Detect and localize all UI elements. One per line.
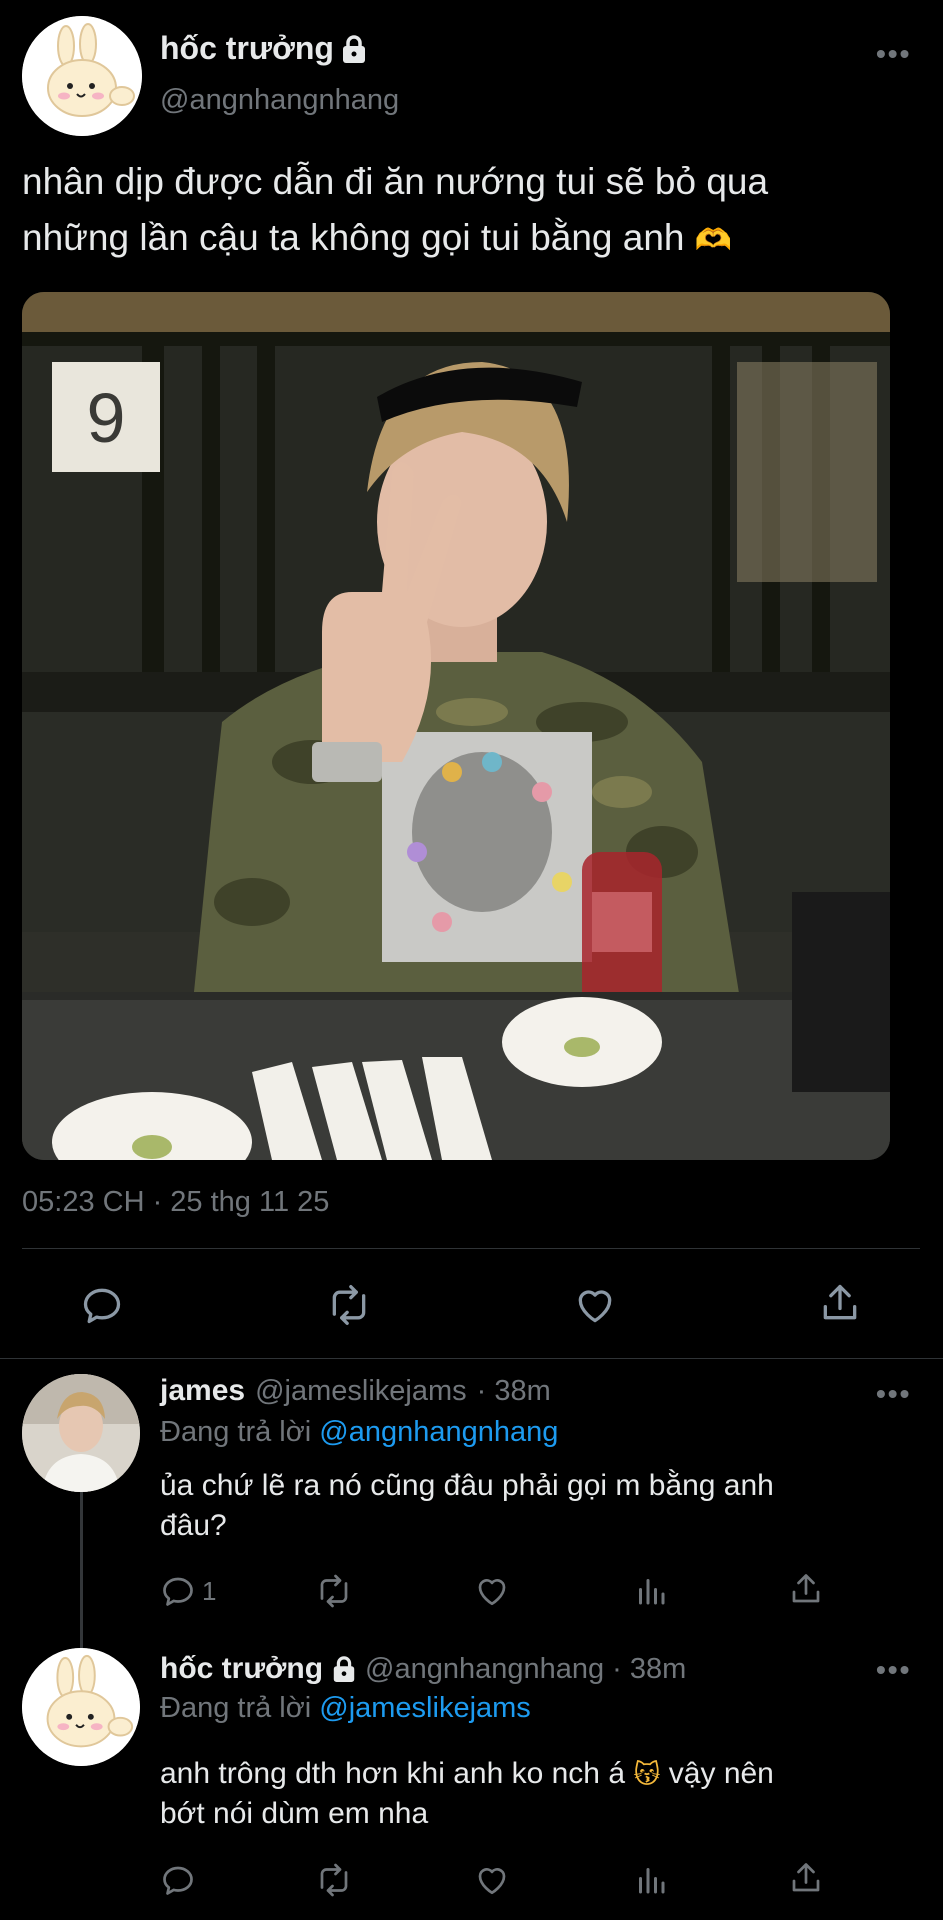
more-dots-icon[interactable]: ••• — [876, 1378, 911, 1410]
tweet-text: nhân dịp được dẫn đi ăn nướng tui sẽ bỏ … — [22, 154, 768, 269]
tweet-text-line: những lần cậu ta không gọi tui bằng anh … — [22, 210, 768, 269]
retweet-icon[interactable] — [325, 1283, 373, 1327]
reply-text-line: bớt nói dùm em nha — [160, 1797, 429, 1830]
handle[interactable]: @angnhangnhang — [365, 1653, 604, 1686]
tweet-text-line2: những lần cậu ta không gọi tui bằng anh — [22, 217, 685, 258]
divider — [22, 1248, 920, 1249]
reply-text-line1: anh trông dth hơn khi anh ko nch á — [160, 1757, 625, 1790]
reply-text-line: ủa chứ lẽ ra nó cũng đâu phải gọi m bằng… — [160, 1469, 774, 1502]
reply-count: 1 — [202, 1575, 217, 1606]
analytics-icon[interactable] — [633, 1573, 669, 1609]
like-icon[interactable] — [474, 1573, 510, 1609]
replying-to-link[interactable]: @jameslikejams — [319, 1692, 531, 1724]
share-icon[interactable] — [818, 1281, 862, 1325]
reply-time[interactable]: · 38m — [477, 1375, 551, 1408]
person-avatar-icon — [22, 1374, 140, 1492]
replying-to-label: Đang trả lời — [160, 1416, 312, 1448]
display-name[interactable]: hốc trưởng — [160, 1652, 323, 1686]
retweet-icon[interactable] — [314, 1573, 354, 1609]
reply-text: anh trông dth hơn khi anh ko nch á 😽 vậy… — [160, 1754, 774, 1834]
replying-to-label: Đang trả lời — [160, 1692, 312, 1724]
display-name[interactable]: hốc trưởng — [160, 30, 334, 67]
like-icon[interactable] — [474, 1862, 510, 1898]
reply-icon[interactable] — [80, 1283, 124, 1327]
like-icon[interactable] — [573, 1283, 617, 1327]
more-dots-icon[interactable]: ••• — [876, 1654, 911, 1686]
sign-number: 9 — [87, 379, 126, 457]
handle[interactable]: @angnhangnhang — [160, 84, 399, 117]
display-name[interactable]: james — [160, 1374, 245, 1408]
avatar[interactable] — [22, 1374, 140, 1492]
replying-to-link[interactable]: @angnhangnhang — [319, 1416, 558, 1448]
share-icon[interactable] — [788, 1571, 824, 1607]
reply-text: ủa chứ lẽ ra nó cũng đâu phải gọi m bằng… — [160, 1466, 774, 1546]
photo-illustration: 9 — [22, 292, 890, 1160]
share-icon[interactable] — [788, 1860, 824, 1896]
lock-icon — [340, 34, 368, 64]
heart-hands-emoji: 🫶 — [694, 224, 733, 257]
cat-kiss-emoji: 😽 — [633, 1759, 661, 1789]
bunny-avatar-icon — [22, 16, 142, 136]
tweet-photo[interactable]: 9 — [22, 292, 890, 1160]
tweet-text-line: nhân dịp được dẫn đi ăn nướng tui sẽ bỏ … — [22, 161, 769, 202]
reply-icon[interactable]: 1 — [160, 1573, 216, 1609]
retweet-icon[interactable] — [314, 1862, 354, 1898]
tweet-timestamp[interactable]: 05:23 CH · 25 thg 11 25 — [22, 1186, 329, 1219]
more-dots-icon[interactable]: ••• — [876, 38, 911, 70]
avatar[interactable] — [22, 16, 142, 136]
thread-line — [80, 1490, 83, 1650]
divider — [0, 1358, 943, 1359]
reply-icon[interactable] — [160, 1862, 196, 1898]
reply-text-line: anh trông dth hơn khi anh ko nch á 😽 vậy… — [160, 1754, 774, 1794]
bunny-avatar-icon — [22, 1648, 140, 1766]
reply-text-line: đâu? — [160, 1509, 227, 1542]
avatar[interactable] — [22, 1648, 140, 1766]
reply-time[interactable]: · 38m — [612, 1653, 686, 1686]
analytics-icon[interactable] — [633, 1862, 669, 1898]
reply-text-line1-end: vậy nên — [668, 1757, 774, 1790]
lock-icon — [331, 1655, 357, 1683]
handle[interactable]: @jameslikejams — [255, 1375, 467, 1408]
